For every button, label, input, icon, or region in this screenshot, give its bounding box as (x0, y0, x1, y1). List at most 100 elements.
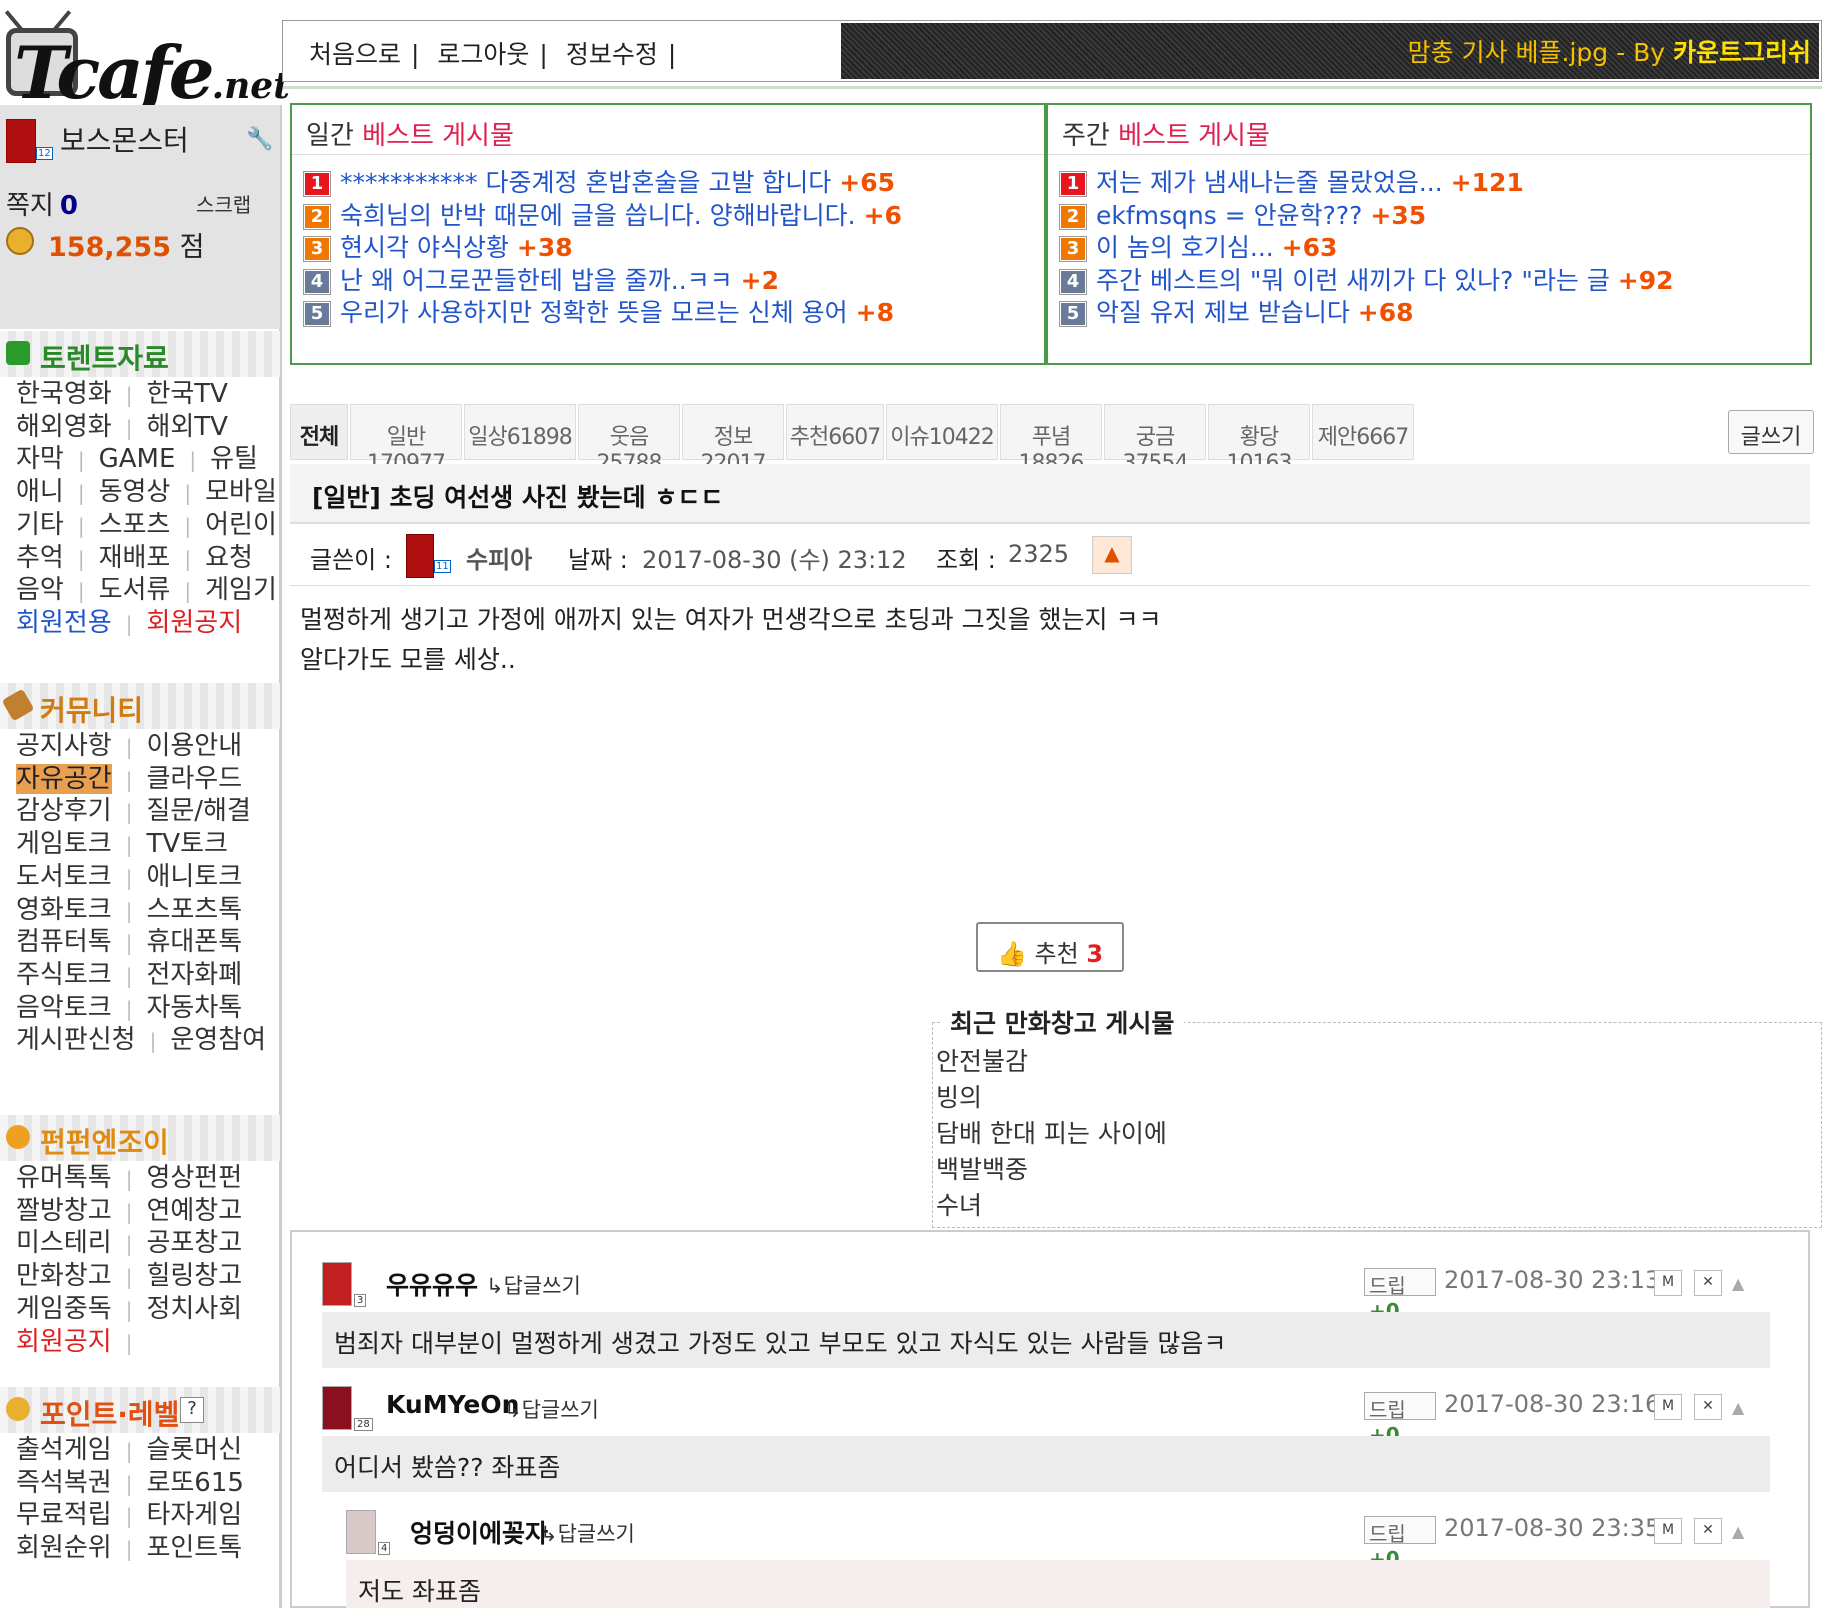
menu-item[interactable]: 정치사회 (146, 1294, 242, 1324)
menu-item[interactable]: 슬롯머신 (146, 1435, 242, 1465)
menu-item[interactable]: 요청 (205, 543, 253, 573)
menu-item[interactable]: 도서류 (99, 575, 171, 605)
menu-item[interactable]: 음악토크 (16, 993, 112, 1023)
menu-item[interactable]: 포인트톡 (146, 1533, 242, 1563)
tab-category[interactable]: 이슈10422 (886, 404, 998, 460)
nav-logout-link[interactable]: 로그아웃 (437, 40, 529, 69)
best-item[interactable]: 3 현시각 야식상황 +38 (304, 228, 573, 264)
menu-item[interactable]: 전자화폐 (146, 960, 242, 990)
nav-home-link[interactable]: 처음으로 (309, 40, 401, 69)
menu-item[interactable]: 해외TV (146, 412, 228, 442)
commenter-name[interactable]: KuMYeOn (386, 1390, 519, 1419)
tab-category[interactable]: 황당10163 (1208, 404, 1310, 476)
menu-item[interactable]: 휴대폰톡 (146, 927, 242, 957)
commenter-name[interactable]: 우유유우 (386, 1266, 478, 1302)
bell-icon[interactable]: ▲ (1732, 1522, 1750, 1541)
close-icon[interactable]: ✕ (1694, 1518, 1722, 1544)
menu-item[interactable]: TV토크 (146, 829, 228, 859)
reply-link[interactable]: ↳답글쓰기 (540, 1518, 635, 1548)
menu-item[interactable]: 자동차톡 (146, 993, 242, 1023)
menu-item[interactable]: 영상펀펀 (146, 1163, 242, 1193)
memo-button[interactable]: M (1654, 1394, 1682, 1420)
best-item[interactable]: 2 숙희님의 반박 때문에 글을 씁니다. 양해바랍니다. +6 (304, 196, 902, 232)
menu-item[interactable]: 해외영화 (16, 412, 112, 442)
menu-item[interactable]: 영화토크 (16, 895, 112, 925)
menu-item[interactable]: 유머톡톡 (16, 1163, 112, 1193)
author-name[interactable]: 수피아 (466, 540, 532, 575)
recommend-button[interactable]: 👍 추천 3 (976, 922, 1124, 972)
drip-button[interactable]: 드립+0 (1364, 1392, 1436, 1447)
menu-item[interactable]: 회원순위 (16, 1533, 112, 1563)
menu-item[interactable]: 스포츠톡 (146, 895, 242, 925)
menu-item[interactable]: 재배포 (99, 543, 171, 573)
menu-item[interactable]: 공포창고 (146, 1228, 242, 1258)
menu-item[interactable]: 출석게임 (16, 1435, 112, 1465)
scrap-link[interactable]: 스크랩 (196, 189, 251, 218)
menu-item[interactable]: 기타 (16, 510, 64, 540)
recent-item-link[interactable]: 안전불감 (936, 1042, 1028, 1078)
drip-button[interactable]: 드립+0 (1364, 1268, 1436, 1323)
reply-link[interactable]: ↳답글쓰기 (486, 1270, 581, 1300)
menu-item[interactable]: 자막 (16, 444, 64, 474)
menu-item[interactable]: 즉석복권 (16, 1468, 112, 1498)
reply-link[interactable]: ↳답글쓰기 (504, 1394, 599, 1424)
wrench-icon[interactable]: 🔧 (246, 127, 273, 152)
tab-all[interactable]: 전체 (290, 404, 348, 460)
best-item[interactable]: 4 난 왜 어그로꾼들한테 밥을 줄까..ㅋㅋ +2 (304, 261, 779, 297)
menu-item[interactable]: 어린이 (205, 510, 277, 540)
tab-category[interactable]: 추천6607 (786, 404, 884, 460)
member-notice-link[interactable]: 회원공지 (146, 608, 242, 638)
write-button[interactable]: 글쓰기 (1728, 410, 1814, 454)
recent-item-link[interactable]: 빙의 (936, 1078, 982, 1114)
menu-item[interactable]: 클라우드 (146, 764, 242, 794)
menu-item[interactable]: 공지사항 (16, 731, 112, 761)
menu-item[interactable]: 무료적립 (16, 1500, 112, 1530)
menu-item[interactable]: 유틸 (210, 444, 258, 474)
menu-item[interactable]: 로또615 (146, 1468, 243, 1498)
menu-item[interactable]: 힐링창고 (146, 1261, 242, 1291)
menu-item[interactable]: 추억 (16, 543, 64, 573)
menu-item[interactable]: 감상후기 (16, 796, 112, 826)
best-item[interactable]: 1 저는 제가 냄새나는줄 몰랐었음... +121 (1060, 163, 1524, 199)
best-item[interactable]: 1 *********** 다중계정 혼밥혼술을 고발 합니다 +65 (304, 163, 895, 199)
menu-item[interactable]: 자유공간 (16, 763, 112, 794)
menu-item[interactable]: 운영참여 (170, 1025, 266, 1055)
recent-item-link[interactable]: 수녀 (936, 1186, 982, 1222)
menu-item[interactable]: 음악 (16, 575, 64, 605)
close-icon[interactable]: ✕ (1694, 1270, 1722, 1296)
best-item[interactable]: 3 이 놈의 호기심... +63 (1060, 228, 1337, 264)
profile-nickname[interactable]: 보스몬스터 (60, 119, 189, 159)
menu-item[interactable]: 모바일 (205, 477, 277, 507)
menu-item[interactable]: 스포츠 (99, 510, 171, 540)
menu-item[interactable]: 주식토크 (16, 960, 112, 990)
menu-item[interactable]: 만화창고 (16, 1261, 112, 1291)
menu-item[interactable]: 짤방창고 (16, 1196, 112, 1226)
nav-edit-info-link[interactable]: 정보수정 (566, 40, 658, 69)
best-item[interactable]: 5 우리가 사용하지만 정확한 뜻을 모르는 신체 용어 +8 (304, 293, 894, 329)
siren-icon[interactable]: ▲ (1092, 536, 1132, 574)
menu-item[interactable]: 도서토크 (16, 862, 112, 892)
menu-item[interactable]: 컴퓨터톡 (16, 927, 112, 957)
best-item[interactable]: 5 악질 유저 제보 받습니다 +68 (1060, 293, 1414, 329)
tab-category[interactable]: 일반170977 (350, 404, 462, 476)
menu-item[interactable]: 한국TV (146, 379, 228, 409)
menu-item[interactable]: 애니 (16, 477, 64, 507)
help-button[interactable]: ? (180, 1397, 204, 1423)
menu-item[interactable]: 이용안내 (146, 731, 242, 761)
menu-item[interactable]: 게임토크 (16, 829, 112, 859)
bell-icon[interactable]: ▲ (1732, 1398, 1750, 1417)
menu-item[interactable]: 미스테리 (16, 1228, 112, 1258)
member-only-link[interactable]: 회원전용 (16, 608, 112, 638)
tab-category[interactable]: 궁금37554 (1104, 404, 1206, 476)
menu-item[interactable]: 한국영화 (16, 379, 112, 409)
tab-category[interactable]: 일상61898 (464, 404, 576, 460)
member-notice-link[interactable]: 회원공지 (16, 1327, 112, 1357)
menu-item[interactable]: 게임중독 (16, 1294, 112, 1324)
best-item[interactable]: 2 ekfmsqns = 안윤학??? +35 (1060, 196, 1426, 232)
memo-button[interactable]: M (1654, 1270, 1682, 1296)
news-ticker[interactable]: 맘충 기사 베플.jpg - By 카운트그리쉬 (841, 23, 1819, 79)
menu-item[interactable]: 연예창고 (146, 1196, 242, 1226)
tab-category[interactable]: 웃음25788 (578, 404, 680, 476)
site-logo[interactable]: Tcafe.net (0, 0, 290, 115)
menu-item[interactable]: 게임기 (205, 575, 277, 605)
